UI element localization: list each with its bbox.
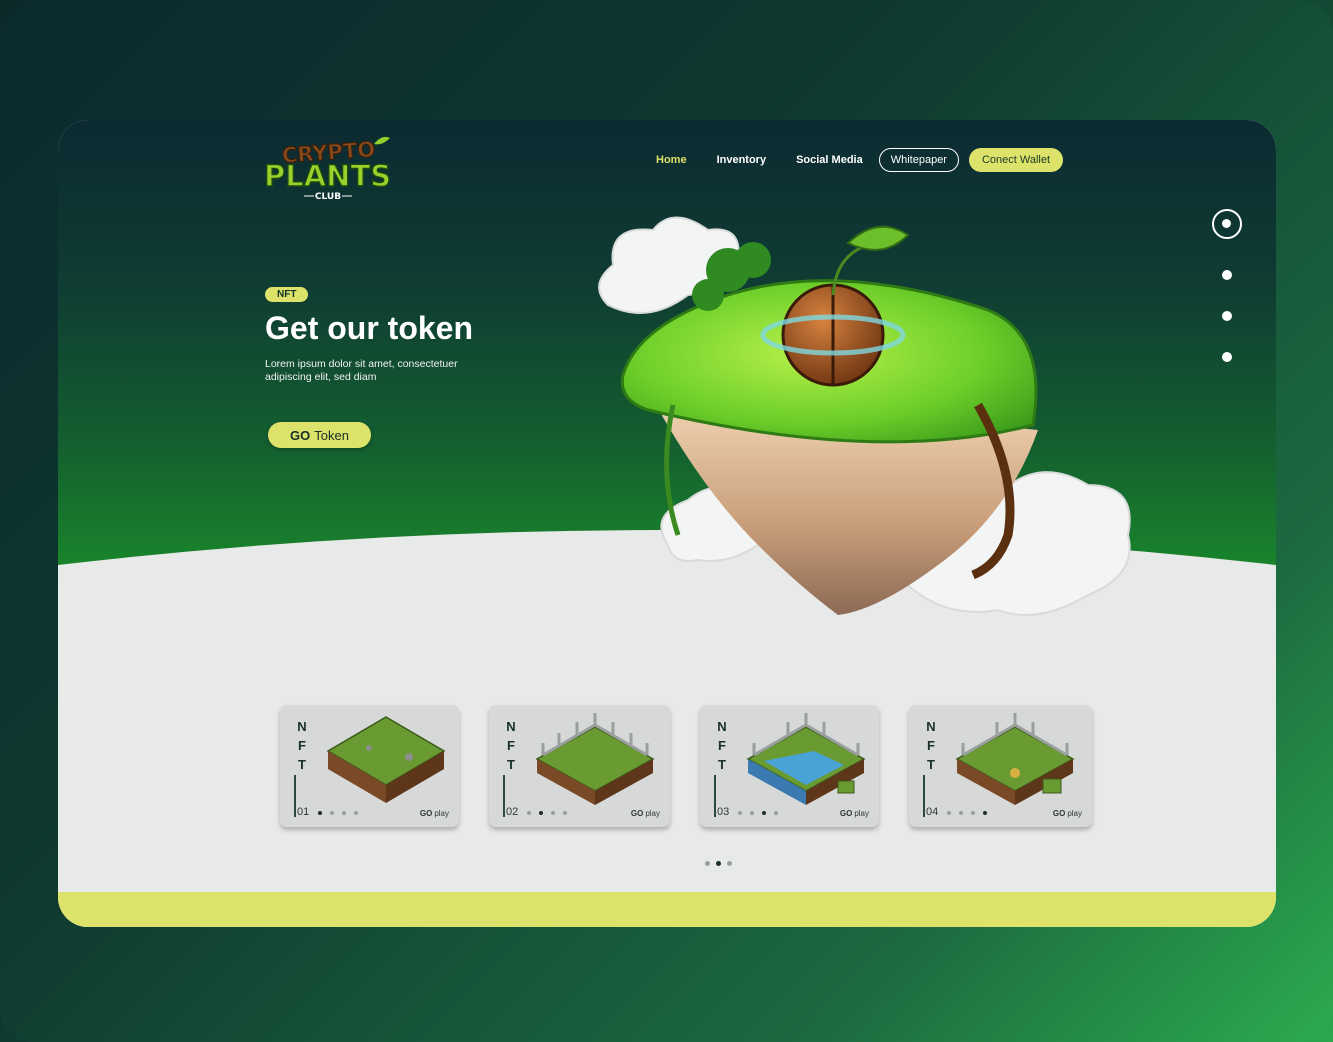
nav-social-media[interactable]: Social Media [796,154,863,166]
nft-card-label-text: NFT [506,719,516,772]
nft-card-number: 02 [506,806,519,818]
nft-card-label: NFT [505,717,517,774]
go-play-strong: GO [839,809,853,818]
nft-card-label: NFT [296,717,308,774]
side-pager-dot[interactable] [1222,270,1232,280]
main-nav: Home Inventory Social Media Whitepaper C… [656,148,1064,172]
nft-card-dots [738,811,786,815]
hero-title: Get our token [265,310,474,346]
side-pager-dot-active[interactable] [1212,209,1242,239]
nft-tile-rocks-icon [955,713,1075,805]
website-mockup: CRYPTO PLANTS CLUB Home Inventory Social… [58,120,1276,927]
logo-leaf-icon [374,136,390,145]
nft-card-label: NFT [716,717,728,774]
hero-subtitle: Lorem ipsum dolor sit amet, consectetuer… [265,358,458,383]
nft-card-divider [923,775,925,817]
nft-card-label-text: NFT [717,719,727,772]
side-pager-dot[interactable] [1222,311,1232,321]
nft-card-divider [503,775,505,817]
nft-tile-plain-icon [326,716,446,803]
go-play-text: play [434,809,449,818]
go-token-strong: GO [290,427,311,443]
carousel-dot[interactable] [727,861,732,866]
nft-card-label-text: NFT [926,719,936,772]
nft-card-number: 03 [717,806,730,818]
go-play-link[interactable]: GO play [1053,809,1082,818]
carousel-dot-active[interactable] [716,861,721,866]
nft-card[interactable]: NFT 02 GO play [489,705,670,827]
go-play-strong: GO [419,809,433,818]
go-play-link[interactable]: GO play [420,809,449,818]
crypto-plants-logo[interactable]: CRYPTO PLANTS CLUB [262,134,396,202]
nft-card-label-text: NFT [297,719,307,772]
go-token-button[interactable]: GO Token [268,422,371,448]
go-play-strong: GO [630,809,644,818]
go-play-link[interactable]: GO play [840,809,869,818]
footer-strip [58,892,1276,927]
go-play-text: play [645,809,660,818]
nft-card-number: 01 [297,806,310,818]
side-pager-dot[interactable] [1222,352,1232,362]
background-frame: CRYPTO PLANTS CLUB Home Inventory Social… [0,0,1333,1042]
side-pager [1212,209,1242,362]
connect-wallet-button[interactable]: Conect Wallet [968,148,1064,172]
nft-tile-water-icon [746,713,866,805]
nft-card[interactable]: NFT 03 GO play [700,705,879,827]
logo-line2: PLANTS [264,159,391,193]
nft-card-number: 04 [926,806,939,818]
nft-card[interactable]: NFT 01 GO play [280,705,459,827]
go-play-strong: GO [1052,809,1066,818]
go-play-text: play [854,809,869,818]
nav-inventory[interactable]: Inventory [717,154,767,166]
carousel-dots [705,861,738,866]
go-play-text: play [1067,809,1082,818]
logo-line3: CLUB [315,192,341,202]
nft-card-dots [947,811,995,815]
floating-island-illustration [598,216,1131,616]
nft-card-divider [714,775,716,817]
go-token-text: Token [314,427,349,443]
nft-card-label: NFT [925,717,937,774]
nft-tile-fence-icon [535,713,655,805]
carousel-dot[interactable] [705,861,710,866]
nft-card-divider [294,775,296,817]
nft-card-dots [318,811,366,815]
whitepaper-button[interactable]: Whitepaper [878,148,959,172]
nft-card[interactable]: NFT 04 GO play [909,705,1092,827]
nft-badge: NFT [265,287,309,302]
nav-home[interactable]: Home [656,154,687,166]
go-play-link[interactable]: GO play [631,809,660,818]
nft-card-dots [527,811,575,815]
